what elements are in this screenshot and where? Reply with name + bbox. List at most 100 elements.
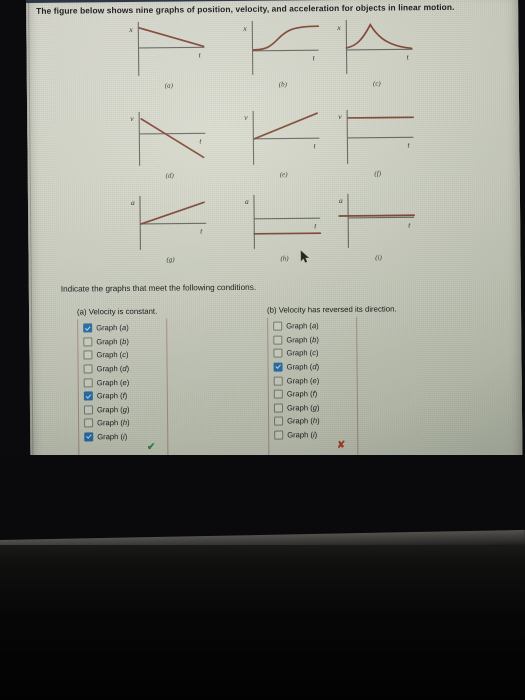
graph-row-acceleration: a t (g) a t (h) a t (i) — [28, 190, 521, 283]
option-b-graph-d[interactable]: Graph (d) — [269, 360, 357, 374]
graph-i-y-label: a — [339, 196, 343, 205]
option-a-graph-h[interactable]: Graph (h) — [79, 416, 167, 430]
option-a-graph-g[interactable]: Graph (g) — [79, 402, 167, 416]
graph-b: x t (b) — [238, 18, 327, 97]
checkbox-a-graph-b[interactable] — [83, 337, 93, 347]
option-label: Graph (d) — [286, 362, 320, 372]
graph-d: v t (d) — [125, 109, 214, 188]
graph-a-y-label: x — [128, 25, 133, 34]
graph-b-x-label: t — [313, 53, 316, 62]
option-b-graph-c[interactable]: Graph (c) — [268, 346, 356, 360]
checkbox-b-graph-i[interactable] — [274, 430, 284, 440]
graph-e: v t (e) — [239, 108, 328, 187]
option-label: Graph (i) — [287, 430, 318, 440]
prompt-text: The figure below shows nine graphs of po… — [36, 1, 455, 16]
graph-b-caption: (b) — [278, 80, 287, 89]
graph-e-caption: (e) — [279, 170, 288, 179]
option-label: Graph (d) — [96, 364, 130, 374]
graph-h-y-label: a — [245, 197, 249, 206]
checkbox-a-graph-c[interactable] — [83, 350, 93, 360]
option-b-graph-f[interactable]: Graph (f) — [269, 387, 357, 401]
option-a-graph-a[interactable]: Graph (a) — [78, 321, 166, 335]
option-a-graph-b[interactable]: Graph (b) — [78, 334, 166, 348]
option-label: Graph (g) — [286, 403, 320, 413]
checkbox-b-graph-a[interactable] — [273, 321, 283, 331]
option-a-graph-c[interactable]: Graph (c) — [78, 348, 166, 362]
photograph-of-laptop: The figure below shows nine graphs of po… — [0, 0, 525, 700]
question-panel-b: (b) Velocity has reversed its direction.… — [267, 304, 398, 457]
option-b-graph-a[interactable]: Graph (a) — [268, 319, 356, 333]
graph-d-x-label: t — [199, 136, 202, 145]
option-a-graph-e[interactable]: Graph (e) — [79, 375, 167, 389]
option-label: Graph (h) — [97, 418, 130, 428]
checkbox-a-graph-d[interactable] — [83, 364, 93, 374]
laptop-screen-area: The figure below shows nine graphs of po… — [0, 0, 525, 482]
graph-b-y-label: x — [242, 24, 247, 33]
graph-c-x-label: t — [407, 52, 410, 61]
question-a-text: Velocity is constant. — [88, 306, 158, 317]
instruction-text: Indicate the graphs that meet the follow… — [60, 282, 257, 294]
graph-e-y-label: v — [244, 113, 248, 122]
question-panel-a: (a) Velocity is constant. Graph (a) Grap… — [77, 307, 169, 458]
checkbox-a-graph-h[interactable] — [84, 418, 94, 428]
checkbox-b-graph-c[interactable] — [273, 349, 283, 359]
option-b-graph-g[interactable]: Graph (g) — [269, 400, 357, 414]
graph-c-y-label: x — [336, 23, 341, 32]
question-a-title: (a) Velocity is constant. — [77, 307, 167, 317]
option-a-graph-f[interactable]: Graph (f) — [79, 389, 167, 403]
graph-h: a t (h) — [240, 192, 329, 271]
graph-a: x t (a) — [124, 19, 213, 98]
option-label: Graph (a) — [286, 321, 319, 331]
option-label: Graph (e) — [96, 377, 130, 388]
question-a-option-list: Graph (a) Graph (b) Graph (c) Graph (d) … — [77, 318, 169, 458]
graph-f-x-label: t — [407, 140, 410, 149]
graph-c-caption: (c) — [372, 79, 381, 88]
option-label: Graph (e) — [286, 375, 320, 386]
graph-c: x t (c) — [332, 17, 421, 96]
checkbox-b-graph-h[interactable] — [274, 417, 284, 427]
question-b-title: (b) Velocity has reversed its direction. — [267, 304, 397, 314]
document-content: The figure below shows nine graphs of po… — [26, 0, 522, 473]
graph-d-y-label: v — [130, 114, 134, 123]
checkbox-b-graph-d[interactable] — [273, 362, 283, 372]
option-label: Graph (i) — [97, 432, 128, 442]
question-b-text: Velocity has reversed its direction. — [278, 304, 397, 315]
option-b-graph-h[interactable]: Graph (h) — [269, 414, 357, 428]
graph-i-x-label: t — [408, 220, 411, 229]
option-label: Graph (b) — [96, 336, 129, 347]
checkbox-b-graph-g[interactable] — [273, 403, 284, 413]
graph-i: a t (i) — [334, 191, 423, 270]
graph-f-caption: (f) — [374, 169, 382, 178]
question-a-prefix: (a) — [76, 307, 87, 317]
graph-g-y-label: a — [131, 198, 135, 207]
graph-a-x-label: t — [199, 50, 202, 59]
graph-f-y-label: v — [338, 112, 342, 121]
mouse-cursor-icon — [300, 250, 310, 263]
graph-row-velocity: v t (d) v t (e) v t (f) — [27, 106, 520, 199]
graph-row-position: x t (a) x t (b) x t (c) — [26, 16, 519, 109]
option-b-graph-b[interactable]: Graph (b) — [268, 332, 356, 346]
checkbox-a-graph-a[interactable] — [83, 323, 93, 333]
option-label: Graph (a) — [96, 323, 129, 333]
graph-h-x-label: t — [314, 221, 317, 230]
option-label: Graph (b) — [286, 335, 319, 345]
graph-g: a t (g) — [126, 193, 215, 272]
option-a-graph-d[interactable]: Graph (d) — [79, 361, 167, 375]
option-b-graph-e[interactable]: Graph (e) — [269, 373, 357, 387]
checkbox-b-graph-b[interactable] — [273, 335, 283, 345]
option-label: Graph (f) — [96, 391, 128, 401]
laptop-keyboard-deck: F1 F2 F3 F4 F5 F6 F7 F8 F9 !1١ @2٢ #3٣ $… — [0, 545, 525, 700]
option-label: Graph (c) — [286, 348, 319, 359]
graph-a-caption: (a) — [164, 81, 173, 90]
checkbox-a-graph-e[interactable] — [83, 378, 93, 388]
checkbox-a-graph-g[interactable] — [83, 405, 94, 415]
graph-f: v t (f) — [333, 107, 422, 186]
checkbox-b-graph-f[interactable] — [273, 389, 283, 399]
checkbox-b-graph-e[interactable] — [273, 376, 283, 386]
checkbox-a-graph-f[interactable] — [83, 391, 93, 401]
graph-i-caption: (i) — [375, 253, 382, 262]
graph-h-caption: (h) — [280, 254, 289, 263]
question-b-option-list: Graph (a) Graph (b) Graph (c) Graph (d) … — [267, 316, 359, 457]
checkbox-a-graph-i[interactable] — [84, 432, 94, 442]
screen-surface: The figure below shows nine graphs of po… — [26, 0, 523, 474]
